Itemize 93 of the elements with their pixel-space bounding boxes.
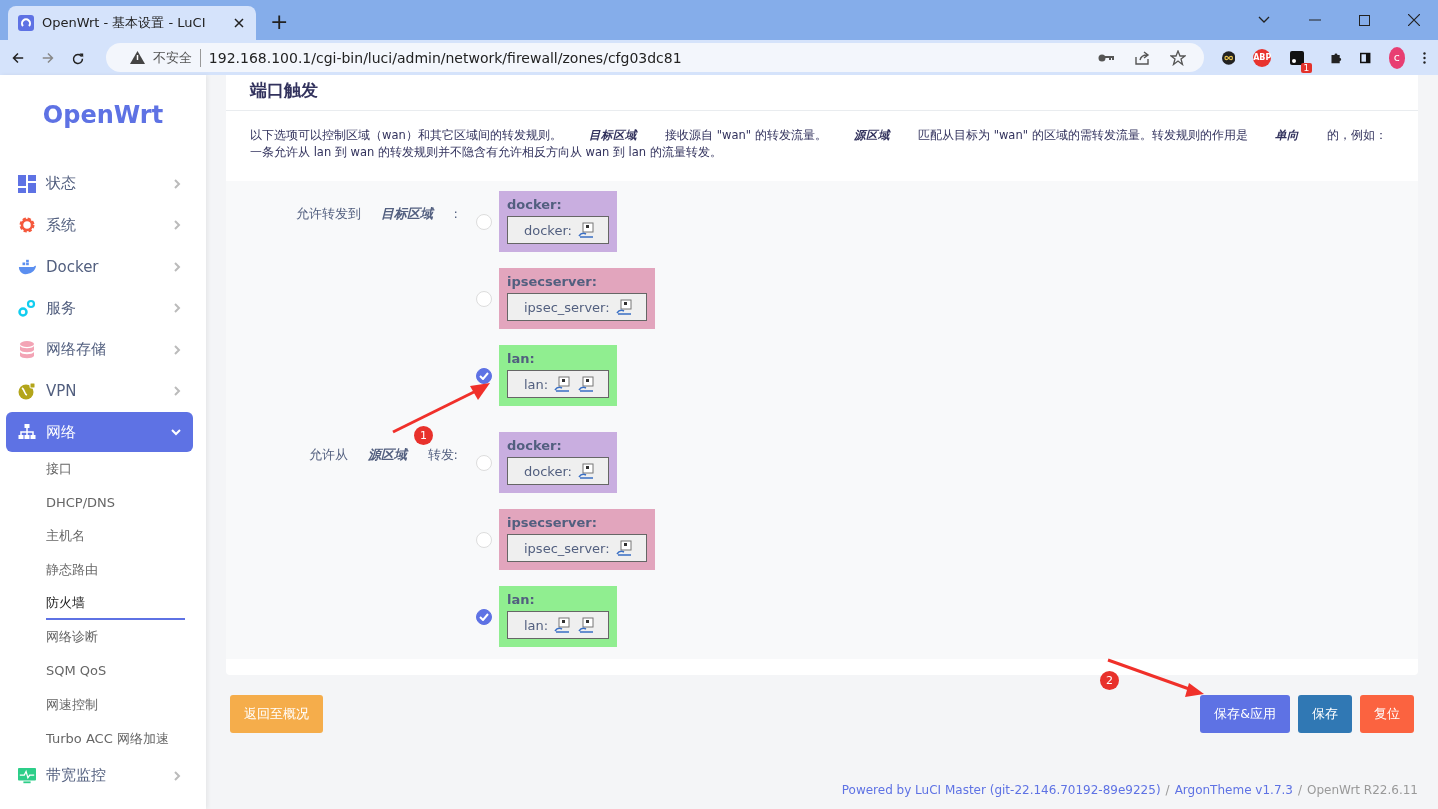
adblock-icon[interactable]: ABP <box>1253 48 1272 67</box>
network-label: lan: <box>524 376 549 392</box>
field-label: 允许从 源区域 转发: <box>308 446 459 464</box>
close-icon[interactable] <box>1408 14 1420 26</box>
field-label: 允许转发到 目标区域 : <box>295 205 459 223</box>
key-icon[interactable] <box>1097 52 1114 63</box>
chevron-right-icon <box>174 303 181 314</box>
computer-icon <box>577 463 594 479</box>
zone-name: lan: <box>507 351 536 366</box>
notification-badge: 1 <box>1300 62 1313 73</box>
address-bar[interactable]: 不安全 192.168.100.1/cgi-bin/luci/admin/network/firewall/zones/cfg03dc81 <box>105 43 1204 72</box>
nav-item[interactable]: VPN <box>6 370 193 412</box>
computer-icon <box>577 222 594 238</box>
dashboard-icon <box>18 174 36 193</box>
gears-icon <box>18 299 36 318</box>
network-label: docker: <box>524 463 572 479</box>
footer-link[interactable]: ArgonTheme v1.7.3 <box>1174 783 1293 797</box>
footer-link[interactable]: Powered by LuCI Master (git-22.146.70192-89e9225) <box>841 783 1161 797</box>
menu-icon[interactable] <box>1423 49 1426 66</box>
browser-tab[interactable]: OpenWrt - 基本设置 - LuCI <box>8 6 256 40</box>
submenu-item[interactable]: 网速控制 <box>46 687 185 722</box>
infinity-icon[interactable] <box>1221 48 1236 67</box>
checkbox[interactable] <box>476 608 492 625</box>
nav-item[interactable]: 系统 <box>6 204 193 246</box>
zone-name: ipsecserver: <box>507 515 598 530</box>
sitemap-icon <box>18 424 36 440</box>
chevron-down-icon <box>171 428 181 436</box>
submenu-item[interactable]: 静态路由 <box>46 553 185 587</box>
caret-icon[interactable] <box>1257 15 1271 25</box>
database-icon <box>18 340 36 359</box>
maximize-icon[interactable] <box>1359 14 1370 26</box>
network-label: ipsec_server: <box>524 540 610 556</box>
zone-name: lan: <box>507 592 536 607</box>
chevron-right-icon <box>174 344 181 355</box>
footer-text: OpenWrt R22.6.11 <box>1307 783 1418 797</box>
check-icon <box>479 371 489 380</box>
nav-item[interactable]: 网络 <box>6 412 193 452</box>
square-icon <box>1289 49 1306 66</box>
tab-title: OpenWrt - 基本设置 - LuCI <box>42 14 207 32</box>
profile-avatar[interactable]: c <box>1388 46 1405 69</box>
network-label: ipsec_server: <box>524 299 610 315</box>
new-tab-button[interactable]: + <box>270 10 289 34</box>
nav-item[interactable]: 状态 <box>6 163 193 205</box>
submenu-item[interactable]: DHCP/DNS <box>46 485 185 520</box>
share-icon[interactable] <box>1133 49 1150 66</box>
network-label: lan: <box>524 617 549 633</box>
zone-name: ipsecserver: <box>507 274 598 289</box>
computer-icon <box>615 540 632 556</box>
side-panel-icon[interactable] <box>1360 50 1371 65</box>
save-button[interactable]: 保存 <box>1298 695 1352 733</box>
footer-text: / <box>1297 783 1302 797</box>
section-description: 以下选项可以控制区域（wan）和其它区域间的转发规则。 目标区域 接收源自 "wan" 的转发流量。 源区域 匹配从目标为 "wan" 的区域的需转发流量。转发规则的作用是 单向 的，例如：一条允许从 lan 到 wan 的转发规则并不隐含有允许相反方向从 wan 到 lan 的流量转发。 <box>249 127 1388 161</box>
star-icon[interactable] <box>1169 49 1186 66</box>
nav-item[interactable]: 带宽监控 <box>6 755 193 797</box>
computer-icon <box>554 617 571 633</box>
submenu-item[interactable]: 接口 <box>46 452 185 486</box>
submenu-item[interactable]: 主机名 <box>46 519 185 554</box>
submenu-item[interactable]: 网络诊断 <box>46 620 185 655</box>
chevron-right-icon <box>174 386 181 397</box>
step-marker: 2 <box>1100 671 1119 690</box>
chevron-right-icon <box>174 178 181 189</box>
monitor-icon <box>18 766 36 785</box>
submenu-item[interactable]: 防火墙 <box>46 586 185 621</box>
computer-icon <box>615 299 632 315</box>
zone-name: docker: <box>507 438 563 453</box>
gear-icon <box>18 216 36 235</box>
globe-icon <box>18 382 36 401</box>
chevron-right-icon <box>174 770 181 781</box>
openwrt-logo: OpenWrt <box>41 101 165 129</box>
chevron-right-icon <box>174 220 181 231</box>
chevron-right-icon <box>174 261 181 272</box>
nav-item[interactable]: Docker <box>6 246 193 288</box>
openwrt-logo-icon <box>18 15 34 31</box>
security-label: 不安全 <box>152 48 201 67</box>
computer-icon <box>554 376 571 392</box>
extension-button[interactable]: 1 <box>1289 49 1313 73</box>
check-icon <box>479 612 489 621</box>
zone-name: docker: <box>507 197 563 212</box>
network-label: docker: <box>524 222 572 238</box>
computer-icon <box>578 617 595 633</box>
section-title: 端口触发 <box>226 75 1418 111</box>
warning-icon <box>129 51 145 64</box>
checkbox[interactable] <box>476 367 492 384</box>
nav-item[interactable]: 网络存储 <box>6 329 193 371</box>
footer-text: / <box>1165 783 1170 797</box>
url-text: 192.168.100.1/cgi-bin/luci/admin/network/firewall/zones/cfg03dc81 <box>208 49 682 66</box>
nav-item[interactable]: 服务 <box>6 287 193 329</box>
whale-icon <box>18 258 36 275</box>
close-icon[interactable] <box>234 18 244 28</box>
computer-icon <box>578 376 595 392</box>
save-apply-button[interactable]: 保存&应用 <box>1200 695 1290 733</box>
submenu-item[interactable]: Turbo ACC 网络加速 <box>46 721 185 756</box>
submenu-item[interactable]: SQM QoS <box>46 654 185 688</box>
